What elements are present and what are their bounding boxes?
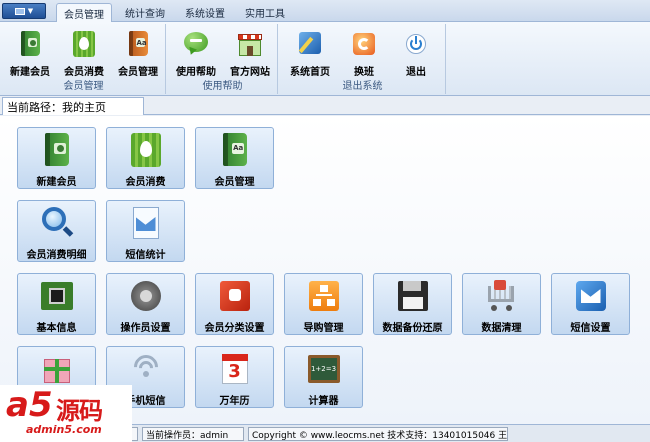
chip-icon	[39, 278, 75, 314]
puzzle-icon	[217, 278, 253, 314]
home-panel: 新建会员 会员消费 Aa 会员管理 会员消费明细 短信统计 基本信息 操作员设置…	[0, 116, 650, 424]
tile-label: 万年历	[219, 396, 250, 407]
tile-label: 会员消费	[125, 177, 166, 188]
svg-text:a5: a5	[6, 386, 53, 422]
ribbon-website-button[interactable]: 官方网站	[224, 26, 276, 78]
tile-calculator[interactable]: 1+2=3 计算器	[284, 346, 363, 408]
wifi-phone-icon	[128, 350, 164, 387]
app-menu-button[interactable]: ▼	[2, 3, 46, 19]
ribbon-new-member-button[interactable]: 新建会员	[4, 26, 56, 78]
ribbon-button-label: 新建会员	[10, 67, 50, 78]
ribbon-button-label: 换班	[354, 67, 374, 78]
ribbon-button-label: 会员管理	[118, 67, 158, 78]
tile-calendar[interactable]: 3 万年历	[195, 346, 274, 408]
tile-label: 会员消费明细	[26, 250, 87, 261]
tile-consume-detail[interactable]: 会员消费明细	[17, 200, 96, 262]
ribbon-tab-bar: ▼ 会员管理 统计查询 系统设置 实用工具	[0, 0, 650, 23]
ribbon-button-label: 官方网站	[230, 67, 270, 78]
tab-member-management[interactable]: 会员管理	[56, 3, 112, 23]
ribbon: 新建会员 会员消费 Aa 会员管理 会员管理 使用帮助 官方网站 使用帮助 系统…	[0, 22, 650, 96]
ribbon-help-button[interactable]: 使用帮助	[170, 26, 222, 78]
ribbon-group-help: 使用帮助 官方网站 使用帮助	[168, 24, 278, 94]
hierarchy-icon	[306, 278, 342, 314]
ribbon-shift-change-button[interactable]: 换班	[338, 26, 390, 78]
tile-member-consume[interactable]: 会员消费	[106, 127, 185, 189]
watermark-url: admin5.com	[26, 423, 102, 436]
breadcrumb[interactable]: 当前路径：我的主页	[2, 97, 144, 115]
power-icon	[402, 30, 430, 58]
aa-book-icon: Aa	[217, 132, 253, 168]
tab-utilities[interactable]: 实用工具	[236, 3, 294, 22]
swap-icon	[350, 30, 378, 58]
magnifier-icon	[39, 205, 75, 241]
member-book-icon	[39, 132, 75, 168]
ribbon-member-consume-button[interactable]: 会员消费	[58, 26, 110, 78]
member-book-icon	[16, 30, 44, 58]
ribbon-exit-button[interactable]: 退出	[390, 26, 442, 78]
status-operator: 当前操作员：admin	[142, 427, 244, 441]
tile-label: 会员管理	[214, 177, 255, 188]
tile-guide-management[interactable]: 导购管理	[284, 273, 363, 335]
speech-bubble-icon	[182, 30, 210, 58]
ribbon-system-home-button[interactable]: 系统首页	[284, 26, 336, 78]
aa-book-icon-text: Aa	[232, 142, 244, 154]
ribbon-button-label: 退出	[406, 67, 426, 78]
tile-basic-info[interactable]: 基本信息	[17, 273, 96, 335]
gift-icon	[39, 351, 75, 387]
watermark-text: 源码	[56, 397, 103, 425]
chalkboard-icon-text: 1+2=3	[310, 358, 337, 380]
tile-label: 数据备份还原	[382, 323, 443, 334]
ribbon-group-member: 新建会员 会员消费 Aa 会员管理 会员管理	[2, 24, 166, 94]
watermark: a5 源码 admin5.com	[0, 385, 132, 442]
tab-system-settings[interactable]: 系统设置	[176, 3, 234, 22]
tile-label: 会员分类设置	[204, 323, 265, 334]
tile-member-manage[interactable]: Aa 会员管理	[195, 127, 274, 189]
tab-statistics[interactable]: 统计查询	[116, 3, 174, 22]
ribbon-group-exit: 系统首页 换班 退出 退出系统	[280, 24, 446, 94]
joystick-icon	[128, 278, 164, 314]
chalkboard-icon: 1+2=3	[306, 351, 342, 387]
a5-logo: a5	[6, 386, 53, 422]
path-bar: 当前路径：我的主页	[0, 97, 650, 115]
calendar-icon-day: 3	[228, 361, 241, 382]
ribbon-member-manage-button[interactable]: Aa 会员管理	[112, 26, 164, 78]
tile-label: 新建会员	[36, 177, 77, 188]
ribbon-group-caption: 使用帮助	[202, 81, 243, 92]
chevron-down-icon: ▼	[27, 6, 34, 15]
mail-icon	[573, 278, 609, 314]
cart-icon	[484, 278, 520, 314]
tile-label: 计算器	[308, 396, 339, 407]
tile-data-backup[interactable]: 数据备份还原	[373, 273, 452, 335]
aa-book-icon-text: Aa	[136, 38, 147, 48]
store-icon	[236, 30, 264, 58]
envelope-doc-icon	[128, 205, 164, 241]
pen-icon	[296, 30, 324, 58]
tile-sms-settings[interactable]: 短信设置	[551, 273, 630, 335]
calendar-icon: 3	[217, 351, 253, 387]
ribbon-button-label: 系统首页	[290, 67, 330, 78]
tile-data-clean[interactable]: 数据清理	[462, 273, 541, 335]
tile-label: 短信设置	[570, 323, 611, 334]
water-drop-icon	[128, 132, 164, 168]
tile-sms-stats[interactable]: 短信统计	[106, 200, 185, 262]
floppy-icon	[395, 278, 431, 314]
tile-member-category[interactable]: 会员分类设置	[195, 273, 274, 335]
tile-new-member[interactable]: 新建会员	[17, 127, 96, 189]
ribbon-group-caption: 退出系统	[342, 81, 383, 92]
tile-label: 数据清理	[481, 323, 522, 334]
water-drop-icon	[70, 30, 98, 58]
tile-label: 导购管理	[303, 323, 344, 334]
tile-label: 操作员设置	[120, 323, 171, 334]
status-copyright: Copyright © www.leocms.net 技术支持：13401015…	[248, 427, 508, 441]
tile-label: 短信统计	[125, 250, 166, 261]
window-icon	[14, 7, 25, 15]
tile-operator-settings[interactable]: 操作员设置	[106, 273, 185, 335]
ribbon-group-caption: 会员管理	[63, 81, 104, 92]
tile-label: 基本信息	[36, 323, 77, 334]
ribbon-button-label: 会员消费	[64, 67, 104, 78]
ribbon-button-label: 使用帮助	[176, 67, 216, 78]
aa-book-icon: Aa	[124, 30, 152, 58]
